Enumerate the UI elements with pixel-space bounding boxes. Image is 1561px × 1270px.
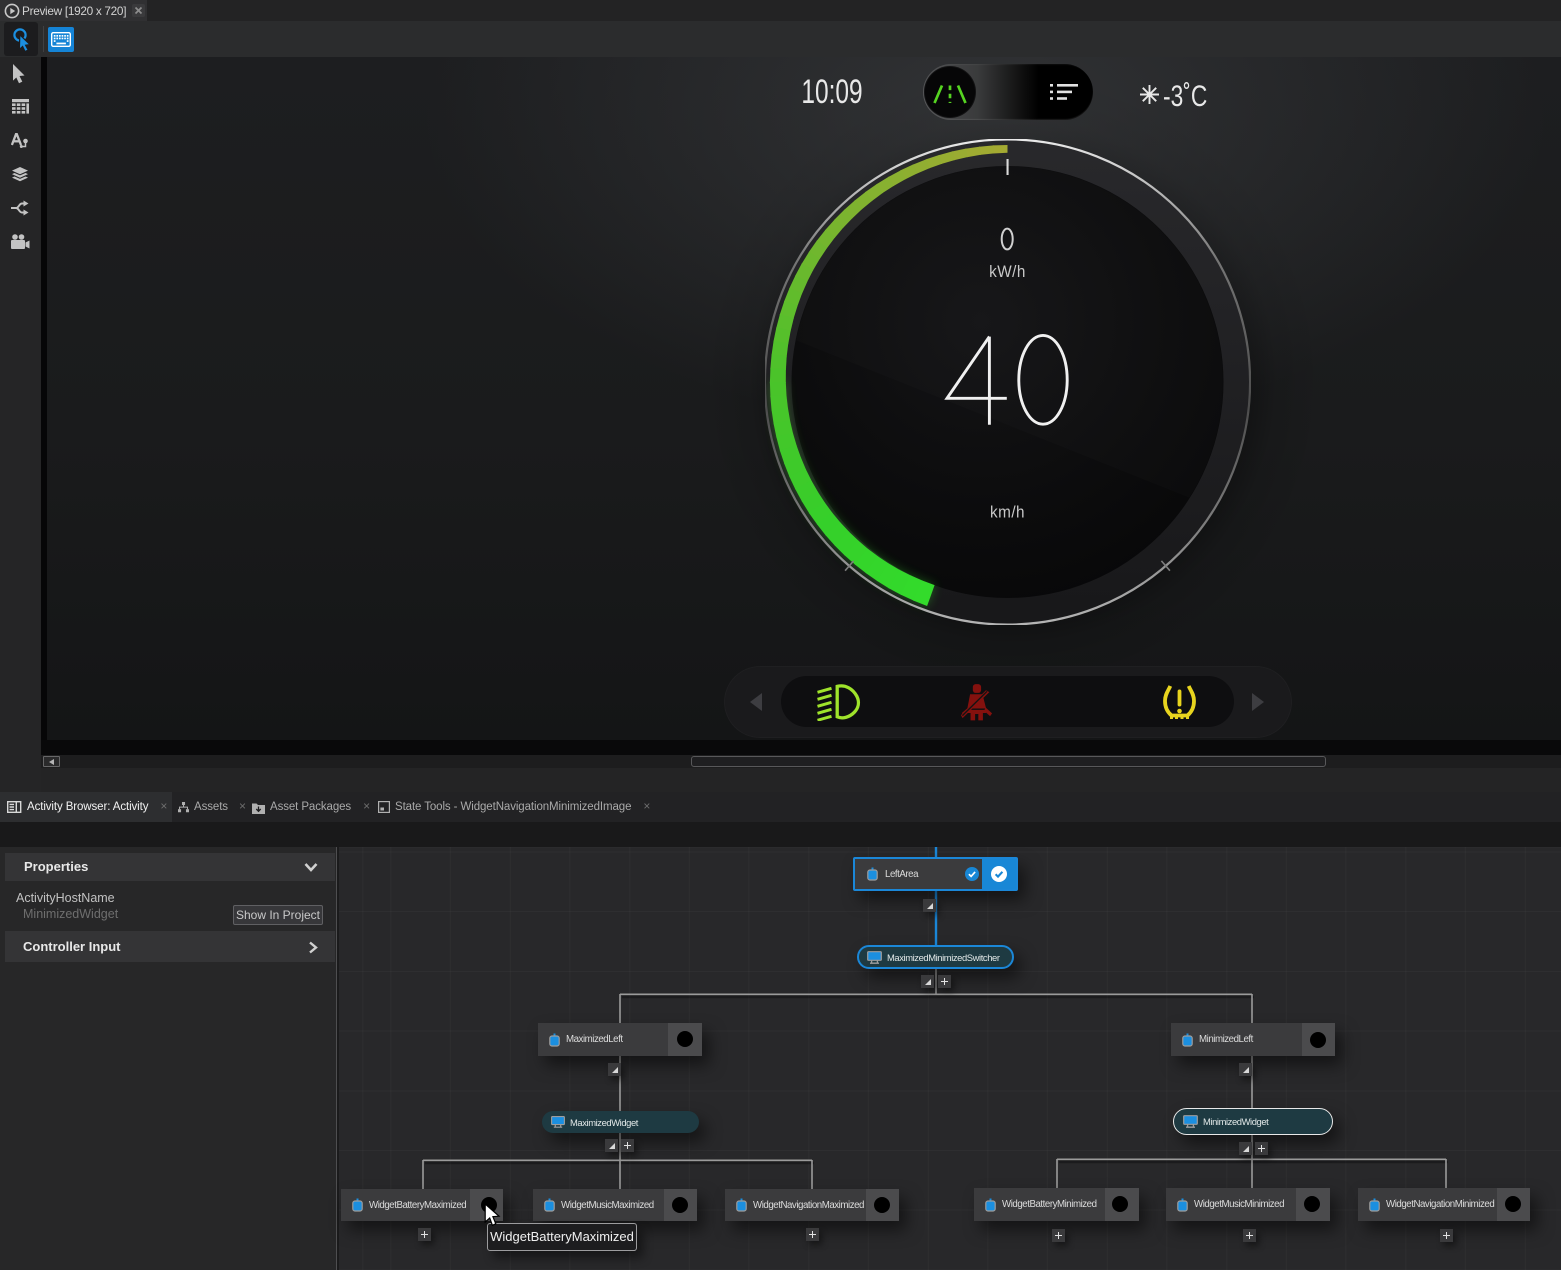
svg-text:kW/h: kW/h	[989, 262, 1026, 281]
svg-text:km/h: km/h	[990, 503, 1025, 522]
